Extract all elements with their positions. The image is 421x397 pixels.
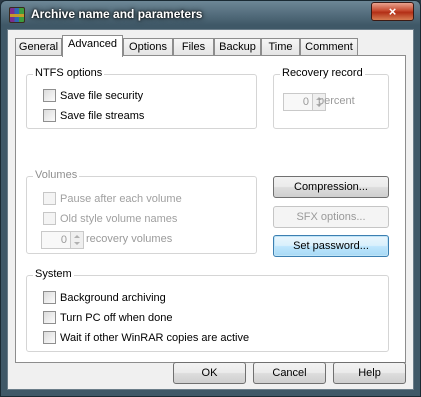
window-title: Archive name and parameters (31, 7, 203, 21)
system-group: System Background archiving Turn PC off … (26, 268, 389, 352)
ntfs-options-title: NTFS options (33, 67, 105, 79)
checkbox-box[interactable] (43, 89, 56, 102)
recovery-record-value[interactable]: 0 (283, 93, 313, 111)
save-file-streams-label: Save file streams (60, 110, 145, 122)
checkbox-box[interactable] (43, 291, 56, 304)
background-archiving-label: Background archiving (60, 292, 166, 304)
volumes-group: Volumes Pause after each volume Old styl… (26, 169, 257, 254)
recovery-volumes-label: recovery volumes (86, 233, 173, 245)
ntfs-options-group: NTFS options Save file security Save fil… (26, 67, 257, 129)
sfx-options-button[interactable]: SFX options... (273, 206, 389, 228)
title-bar[interactable]: Archive name and parameters × (1, 1, 420, 29)
checkbox-box[interactable] (43, 331, 56, 344)
recovery-record-group: Recovery record 0 percent (273, 67, 389, 129)
save-file-security-label: Save file security (60, 90, 144, 102)
ok-button[interactable]: OK (173, 362, 246, 384)
tab-general[interactable]: General (15, 38, 62, 56)
recovery-record-unit: percent (318, 95, 355, 107)
spin-up-icon[interactable] (74, 235, 80, 238)
system-title: System (33, 268, 74, 280)
help-button[interactable]: Help (333, 362, 406, 384)
wait-other-copies-label: Wait if other WinRAR copies are active (60, 332, 250, 344)
close-button[interactable]: × (371, 2, 414, 21)
compression-button[interactable]: Compression... (273, 176, 389, 198)
tab-comment[interactable]: Comment (300, 38, 358, 56)
recovery-record-title: Recovery record (280, 67, 365, 79)
spinner-arrows[interactable] (70, 231, 84, 249)
dialog-button-bar: OK Cancel Help (8, 362, 413, 389)
cancel-button[interactable]: Cancel (253, 362, 326, 384)
tab-files[interactable]: Files (173, 38, 214, 56)
checkbox-box[interactable] (43, 311, 56, 324)
close-icon: × (388, 4, 397, 19)
turn-pc-off-label: Turn PC off when done (60, 312, 173, 324)
recovery-volumes-value[interactable]: 0 (41, 231, 71, 249)
tab-time[interactable]: Time (261, 38, 300, 56)
advanced-tab-panel: NTFS options Save file security Save fil… (15, 55, 406, 363)
spin-down-icon[interactable] (74, 242, 80, 245)
old-style-volume-names-label: Old style volume names (60, 213, 178, 225)
tab-options[interactable]: Options (123, 38, 173, 56)
winrar-archive-icon (9, 7, 25, 23)
checkbox-box[interactable] (43, 109, 56, 122)
dialog-client-area: General Advanced Options Files Backup Ti… (7, 29, 414, 390)
dialog-window: Archive name and parameters × General Ad… (0, 0, 421, 397)
checkbox-box[interactable] (43, 212, 56, 225)
tab-advanced[interactable]: Advanced (62, 35, 123, 57)
pause-after-volume-label: Pause after each volume (60, 193, 182, 205)
volumes-title: Volumes (33, 169, 80, 181)
tab-backup[interactable]: Backup (214, 38, 261, 56)
checkbox-box[interactable] (43, 192, 56, 205)
set-password-button[interactable]: Set password... (273, 235, 389, 257)
